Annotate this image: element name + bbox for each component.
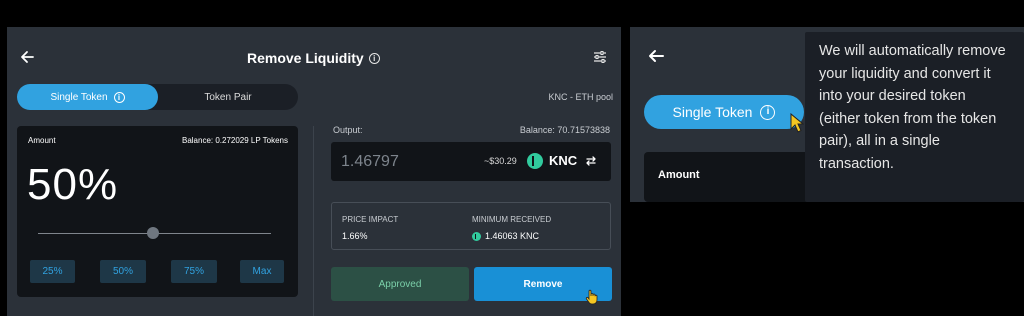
price-impact-text: 1.66% — [342, 231, 368, 241]
knc-logo-icon — [472, 231, 481, 241]
token-mode-toggle: Single Token i Token Pair — [17, 84, 298, 110]
info-icon[interactable]: i — [368, 52, 380, 64]
knc-logo-icon — [527, 153, 543, 169]
amount-label: Amount — [28, 136, 56, 145]
amount-card: Amount Balance: 0.272029 LP Tokens 50% 2… — [17, 126, 298, 297]
min-received-value: 1.46063 KNC — [472, 231, 539, 241]
price-impact-label: PRICE IMPACT — [342, 215, 399, 224]
amount-percent: 50% — [27, 160, 119, 209]
preset-75-button[interactable]: 75% — [171, 260, 217, 283]
mouse-pointer-icon — [790, 113, 804, 133]
amount-slider-thumb[interactable] — [147, 227, 159, 239]
lp-balance: Balance: 0.272029 LP Tokens — [181, 136, 288, 145]
trade-stats: PRICE IMPACT 1.66% MINIMUM RECEIVED 1.46… — [331, 202, 611, 250]
output-usd-value: ~$30.29 — [484, 156, 517, 166]
zoomed-tooltip-panel: Single Token i Amount We will automatica… — [630, 27, 1024, 202]
preset-max-button[interactable]: Max — [240, 260, 284, 283]
info-icon[interactable]: i — [113, 91, 125, 103]
page-title: Remove Liquidity — [247, 50, 364, 66]
single-token-tooltip: We will automatically remove your liquid… — [805, 32, 1024, 202]
tab-single-token-label: Single Token — [50, 91, 108, 103]
tab-single-token-label: Single Token — [672, 104, 753, 120]
output-balance: Balance: 70.71573838 — [519, 125, 610, 135]
arrow-left-icon[interactable] — [647, 48, 665, 64]
swap-arrows-icon[interactable] — [585, 155, 597, 167]
pointer-hand-icon — [585, 289, 598, 305]
preset-25-button[interactable]: 25% — [30, 260, 75, 283]
column-divider — [313, 126, 314, 316]
header-title-group: Remove Liquidity i — [247, 49, 380, 67]
approved-button[interactable]: Approved — [331, 267, 469, 301]
tab-single-token[interactable]: Single Token i — [644, 95, 804, 129]
output-label: Output: — [333, 125, 363, 135]
amount-label: Amount — [658, 169, 700, 181]
output-field[interactable]: 1.46797 ~$30.29 KNC — [331, 142, 611, 181]
remove-liquidity-panel: Remove Liquidity i Single Token i Token … — [7, 27, 621, 316]
sliders-icon[interactable] — [593, 50, 607, 64]
output-token-symbol[interactable]: KNC — [549, 153, 577, 168]
output-amount: 1.46797 — [341, 153, 399, 170]
preset-50-button[interactable]: 50% — [100, 260, 146, 283]
info-icon[interactable]: i — [760, 104, 776, 120]
arrow-left-icon[interactable] — [19, 49, 35, 65]
min-received-text: 1.46063 KNC — [485, 231, 540, 241]
price-impact-value: 1.66% — [342, 231, 368, 241]
tab-single-token[interactable]: Single Token i — [17, 84, 158, 110]
pool-label: KNC - ETH pool — [548, 92, 613, 102]
min-received-label: MINIMUM RECEIVED — [472, 215, 552, 224]
tab-token-pair[interactable]: Token Pair — [158, 84, 298, 110]
